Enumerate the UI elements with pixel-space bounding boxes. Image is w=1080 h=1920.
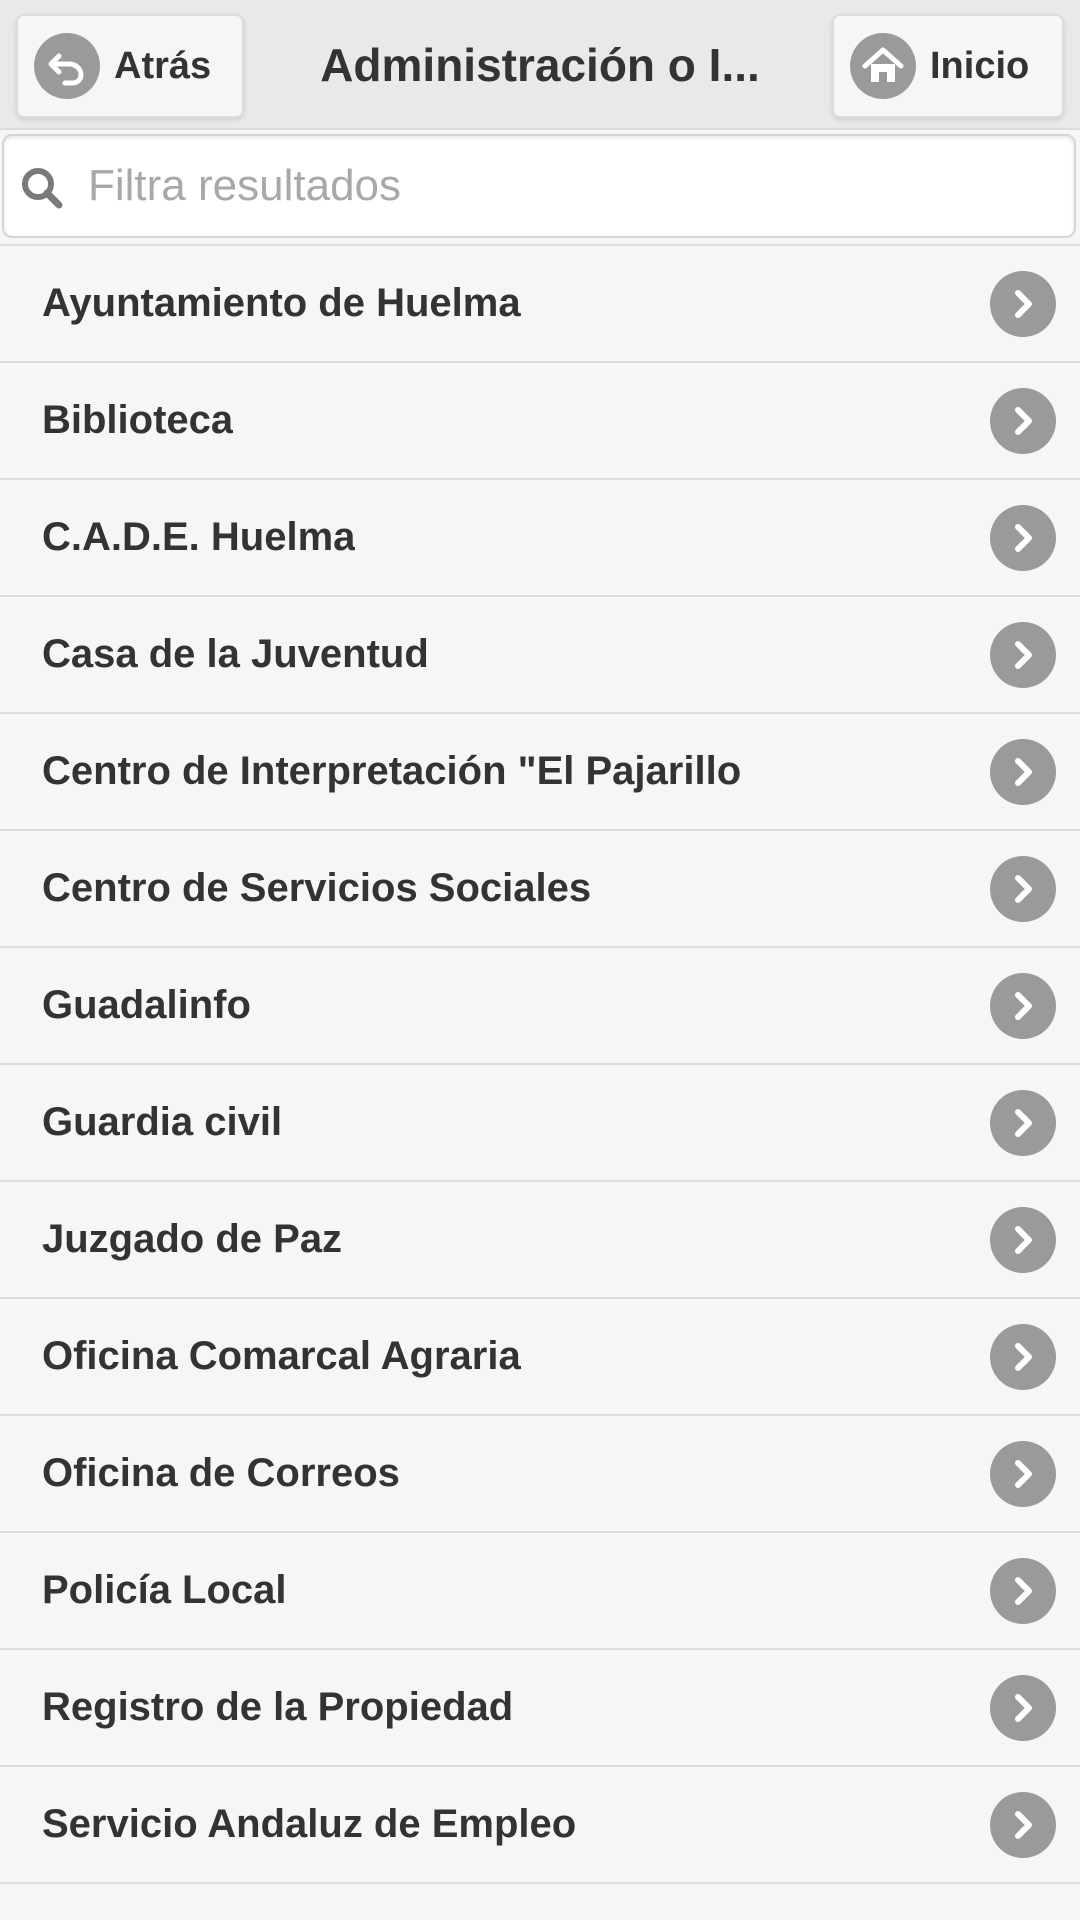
chevron-right-icon: [990, 387, 1056, 454]
list-item[interactable]: Guardia civil: [0, 1065, 1080, 1182]
list-item-label: Ayuntamiento de Huelma: [42, 281, 521, 325]
list-item-label: C.A.D.E. Huelma: [42, 515, 356, 559]
list-item[interactable]: Biblioteca: [0, 363, 1080, 480]
list-item-label: Guadalinfo: [42, 983, 251, 1027]
chevron-right-icon: [990, 1557, 1056, 1624]
back-button-label: Atrás: [114, 44, 212, 87]
list-item[interactable]: Juzgado de Paz: [0, 1182, 1080, 1299]
list-item-label: Policía Local: [42, 1568, 287, 1612]
list-item-label: Centro de Interpretación "El Pajarillo: [42, 749, 742, 793]
list-item[interactable]: Oficina de Correos: [0, 1416, 1080, 1533]
list-item[interactable]: Policía Local: [0, 1533, 1080, 1650]
list-item[interactable]: Servicio Andaluz de Empleo: [0, 1767, 1080, 1884]
list-item-label: Servicio Andaluz de Empleo: [42, 1802, 577, 1846]
undo-arrow-icon: [34, 33, 100, 99]
list-item-label: Centro de Servicios Sociales: [42, 866, 592, 910]
list-item[interactable]: Ayuntamiento de Huelma: [0, 246, 1080, 363]
chevron-right-icon: [990, 972, 1056, 1039]
list-item[interactable]: Oficina Comarcal Agraria: [0, 1299, 1080, 1416]
list-item-label: Juzgado de Paz: [42, 1217, 343, 1261]
results-list: Ayuntamiento de Huelma Biblioteca C.A.D.…: [0, 244, 1080, 1884]
home-icon: [850, 33, 916, 99]
list-item[interactable]: Casa de la Juventud: [0, 597, 1080, 714]
search-input[interactable]: [88, 146, 1048, 226]
list-item-label: Biblioteca: [42, 398, 234, 442]
list-item-label: Casa de la Juventud: [42, 632, 429, 676]
chevron-right-icon: [990, 504, 1056, 571]
chevron-right-icon: [990, 1323, 1056, 1390]
list-item-label: Oficina de Correos: [42, 1451, 400, 1495]
chevron-right-icon: [990, 855, 1056, 922]
search-icon: [18, 164, 66, 212]
chevron-right-icon: [990, 270, 1056, 337]
header-bar: Atrás Administración o I... Inicio: [0, 0, 1080, 130]
home-button-label: Inicio: [930, 44, 1030, 87]
list-item[interactable]: C.A.D.E. Huelma: [0, 480, 1080, 597]
list-item[interactable]: Guadalinfo: [0, 948, 1080, 1065]
search-field: [2, 134, 1076, 238]
list-item-label: Guardia civil: [42, 1100, 283, 1144]
list-item[interactable]: Centro de Interpretación "El Pajarillo: [0, 714, 1080, 831]
chevron-right-icon: [990, 1674, 1056, 1741]
chevron-right-icon: [990, 621, 1056, 688]
list-item[interactable]: Centro de Servicios Sociales: [0, 831, 1080, 948]
chevron-right-icon: [990, 1206, 1056, 1273]
list-item-label: Oficina Comarcal Agraria: [42, 1334, 521, 1378]
list-item-label: Registro de la Propiedad: [42, 1685, 514, 1729]
back-button[interactable]: Atrás: [16, 14, 244, 118]
page-title: Administración o I...: [320, 39, 760, 91]
home-button[interactable]: Inicio: [832, 14, 1064, 118]
list-item[interactable]: Registro de la Propiedad: [0, 1650, 1080, 1767]
search-bar: [0, 130, 1080, 246]
chevron-right-icon: [990, 738, 1056, 805]
chevron-right-icon: [990, 1089, 1056, 1156]
chevron-right-icon: [990, 1440, 1056, 1507]
chevron-right-icon: [990, 1791, 1056, 1858]
